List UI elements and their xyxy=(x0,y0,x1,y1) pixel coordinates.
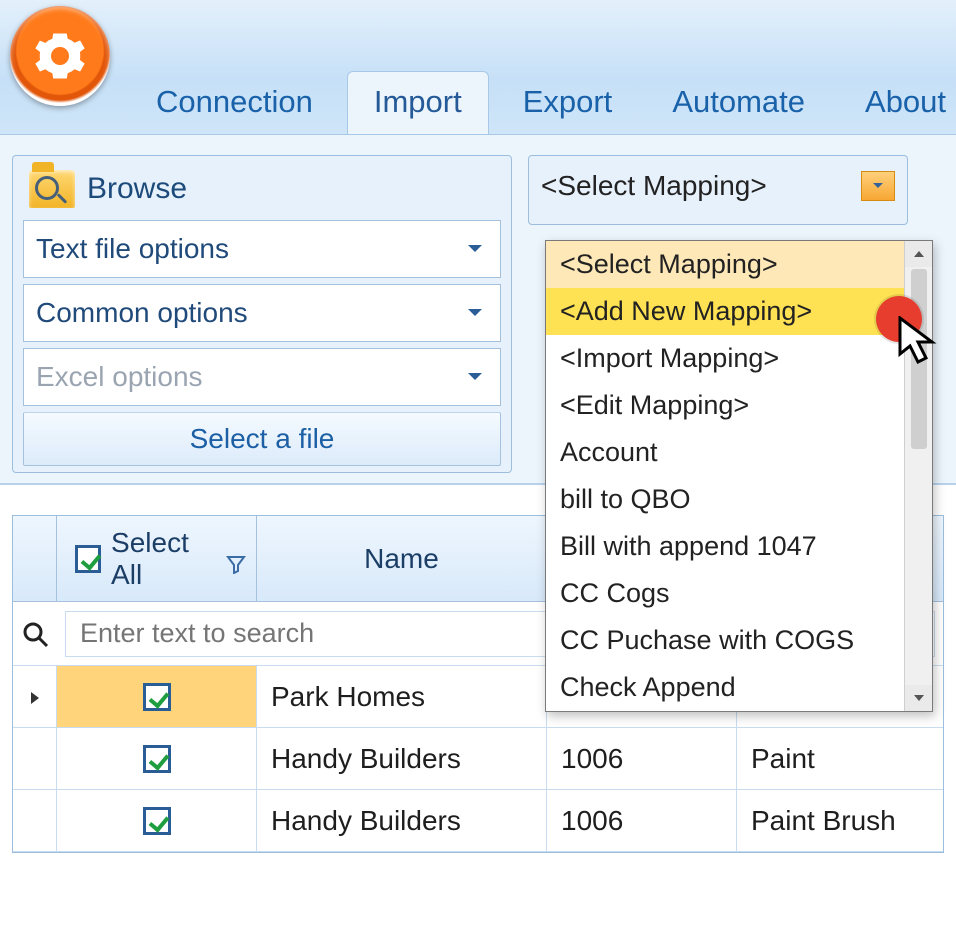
table-row[interactable]: Handy Builders1006Paint xyxy=(13,728,943,790)
scroll-up-button[interactable] xyxy=(905,241,932,267)
row-indicator xyxy=(13,666,57,727)
chevron-down-icon xyxy=(460,362,490,392)
row-indicator xyxy=(13,728,57,789)
mapping-dropdown-list[interactable]: <Select Mapping><Add New Mapping><Import… xyxy=(545,240,933,712)
browse-label: Browse xyxy=(87,172,187,206)
filter-icon[interactable] xyxy=(226,549,246,569)
common-options-label: Common options xyxy=(36,297,248,329)
mapping-option[interactable]: CC Puchase with COGS xyxy=(546,617,904,664)
excel-options-label: Excel options xyxy=(36,361,203,393)
column-header-name[interactable]: Name xyxy=(257,516,547,601)
ribbon-tabs: Connection Import Export Automate About xyxy=(130,64,956,134)
row-checkbox-cell[interactable] xyxy=(57,790,257,851)
mapping-option[interactable]: <Edit Mapping> xyxy=(546,382,904,429)
excel-options-combo: Excel options xyxy=(23,348,501,406)
cell-item[interactable]: Paint xyxy=(737,728,943,789)
text-file-options-label: Text file options xyxy=(36,233,229,265)
menubar: Connection Import Export Automate About xyxy=(0,0,956,135)
mapping-option[interactable]: <Add New Mapping> xyxy=(546,288,904,335)
mapping-option[interactable]: Account xyxy=(546,429,904,476)
row-checkbox-cell[interactable] xyxy=(57,666,257,727)
mapping-select[interactable]: <Select Mapping> xyxy=(541,170,895,202)
mapping-dropdown-button[interactable] xyxy=(861,171,895,201)
mapping-option[interactable]: Check Append xyxy=(546,664,904,711)
mapping-option[interactable]: <Import Mapping> xyxy=(546,335,904,382)
tab-connection[interactable]: Connection xyxy=(130,72,339,134)
row-checkbox-cell[interactable] xyxy=(57,728,257,789)
table-row[interactable]: Handy Builders1006Paint Brush xyxy=(13,790,943,852)
text-file-options-combo[interactable]: Text file options xyxy=(23,220,501,278)
cursor-icon xyxy=(898,316,938,371)
cell-name[interactable]: Park Homes xyxy=(257,666,547,727)
row-indicator-header xyxy=(13,516,57,601)
tab-export[interactable]: Export xyxy=(497,72,639,134)
tab-about[interactable]: About xyxy=(839,72,956,134)
chevron-down-icon xyxy=(872,182,884,190)
select-a-file-label: Select a file xyxy=(23,412,501,466)
select-all-label: Select All xyxy=(111,527,216,591)
mapping-option[interactable]: <Select Mapping> xyxy=(546,241,904,288)
select-all-header[interactable]: Select All xyxy=(57,516,257,601)
app-menu-button[interactable] xyxy=(10,6,110,106)
row-checkbox[interactable] xyxy=(143,683,171,711)
row-checkbox[interactable] xyxy=(143,807,171,835)
tab-automate[interactable]: Automate xyxy=(646,72,831,134)
mapping-option[interactable]: CC Cogs xyxy=(546,570,904,617)
browse-button[interactable]: Browse xyxy=(23,164,501,220)
select-all-checkbox[interactable] xyxy=(75,545,101,573)
column-header-name-label: Name xyxy=(364,543,439,575)
cell-code[interactable]: 1006 xyxy=(547,790,737,851)
common-options-combo[interactable]: Common options xyxy=(23,284,501,342)
cell-name[interactable]: Handy Builders xyxy=(257,790,547,851)
file-panel: Browse Text file options Common options … xyxy=(12,155,512,473)
cell-name[interactable]: Handy Builders xyxy=(257,728,547,789)
cell-code[interactable]: 1006 xyxy=(547,728,737,789)
cell-item[interactable]: Paint Brush xyxy=(737,790,943,851)
row-indicator xyxy=(13,790,57,851)
chevron-down-icon xyxy=(460,234,490,264)
mapping-option[interactable]: bill to QBO xyxy=(546,476,904,523)
row-checkbox[interactable] xyxy=(143,745,171,773)
mapping-panel: <Select Mapping> xyxy=(528,155,908,225)
search-icon xyxy=(13,620,57,648)
gear-icon xyxy=(33,29,87,83)
chevron-down-icon xyxy=(460,298,490,328)
tab-import[interactable]: Import xyxy=(347,71,489,134)
mapping-selected-label: <Select Mapping> xyxy=(541,170,767,202)
mapping-option[interactable]: Bill with append 1047 xyxy=(546,523,904,570)
folder-search-icon xyxy=(29,170,75,208)
scroll-down-button[interactable] xyxy=(905,685,932,711)
